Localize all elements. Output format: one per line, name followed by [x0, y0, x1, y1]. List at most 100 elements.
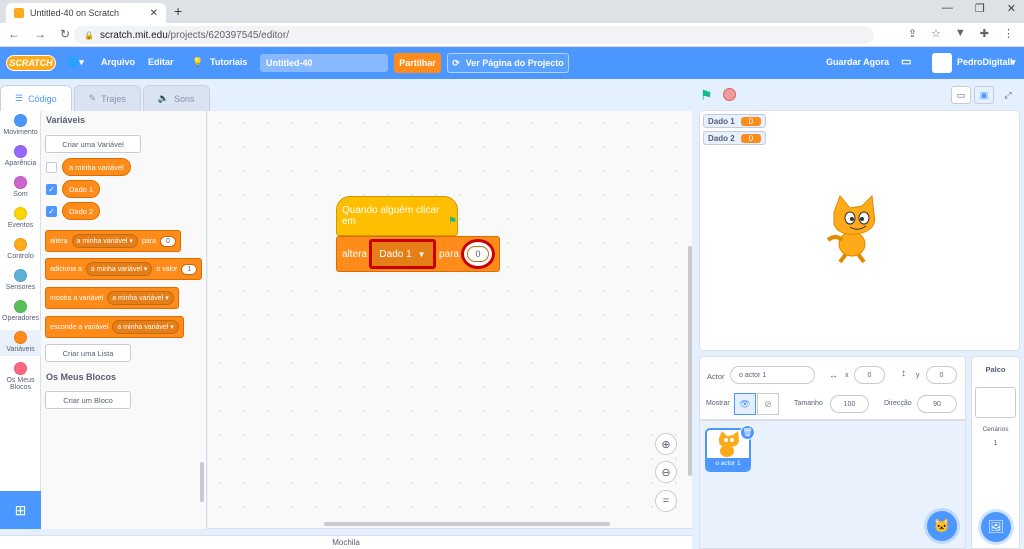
globe-icon[interactable]: 🌐▾: [68, 57, 84, 68]
save-now-button[interactable]: Guardar Agora: [826, 57, 889, 67]
when-flag-clicked-block[interactable]: Quando alguém clicar em ⚑: [336, 196, 458, 236]
category-label: Eventos: [7, 222, 34, 229]
category-operadores[interactable]: Operadores: [0, 299, 41, 325]
zoom-in-button[interactable]: ⊕: [655, 433, 677, 455]
variable-reporter[interactable]: a minha variável: [62, 158, 131, 176]
value-input[interactable]: 0: [159, 235, 176, 247]
forward-icon[interactable]: →: [34, 27, 46, 41]
small-stage-icon[interactable]: ▭: [951, 86, 971, 104]
show-variable-block[interactable]: mostra a variável a minha variável ▾: [45, 287, 179, 309]
choose-backdrop-icon[interactable]: 🖼: [981, 512, 1011, 542]
value-input[interactable]: 0: [467, 246, 489, 262]
hide-variable-block[interactable]: esconde a variável a minha variável ▾: [45, 316, 184, 338]
normal-stage-icon[interactable]: ▣: [974, 86, 994, 104]
sprite-name-input[interactable]: o actor 1: [730, 366, 815, 384]
browser-menu-icon[interactable]: ⋮: [1003, 27, 1014, 40]
tab-sounds[interactable]: 🔈 Sons: [142, 85, 210, 111]
variable-dropdown[interactable]: Dado 1 ▼: [369, 239, 436, 269]
choose-sprite-cat-icon[interactable]: 🐱: [927, 511, 957, 541]
make-list-button[interactable]: Criar uma Lista: [45, 344, 131, 362]
menu-file[interactable]: Arquivo: [101, 57, 135, 67]
green-flag-icon[interactable]: ⚑: [700, 87, 713, 104]
menu-tutorials[interactable]: Tutoriais: [210, 57, 247, 67]
fullscreen-icon[interactable]: ⤢: [998, 86, 1018, 104]
variable-checkbox[interactable]: [46, 162, 57, 173]
make-block-button[interactable]: Criar um Bloco: [45, 391, 131, 409]
category-som[interactable]: Som: [0, 175, 41, 201]
project-title-input[interactable]: Untitled-40: [260, 54, 388, 72]
variable-dropdown[interactable]: a minha variável ▾: [85, 262, 153, 276]
size-input[interactable]: 100: [830, 395, 869, 413]
variable-checkbox[interactable]: ✓: [46, 206, 57, 217]
reload-icon[interactable]: ↻: [60, 27, 70, 41]
direction-input[interactable]: 90: [917, 395, 957, 413]
show-sprite-eye-icon[interactable]: 👁: [734, 393, 756, 415]
set-variable-block[interactable]: altera a minha variável ▾ para 0: [45, 230, 181, 252]
variable-dropdown[interactable]: a minha variável ▾: [112, 320, 179, 334]
variable-checkbox[interactable]: ✓: [46, 184, 57, 195]
close-window-icon[interactable]: ✕: [1007, 2, 1016, 15]
new-tab-icon[interactable]: +: [174, 3, 182, 19]
category-label: Variáveis: [6, 346, 35, 353]
script-vscrollbar[interactable]: [688, 246, 692, 476]
tab-title: Untitled-40 on Scratch: [30, 8, 120, 18]
direction-label: Direcção: [884, 400, 912, 407]
make-variable-button[interactable]: Criar uma Variável: [45, 135, 141, 153]
palette-scrollbar[interactable]: [200, 462, 204, 502]
category-dot-icon: [14, 269, 27, 282]
folder-icon[interactable]: ▭: [901, 55, 911, 68]
script-hscrollbar[interactable]: [324, 522, 610, 526]
browser-tab[interactable]: Untitled-40 on Scratch ✕: [6, 3, 166, 23]
trash-icon[interactable]: 🗑: [740, 425, 755, 440]
bookmark-star-icon[interactable]: ☆: [931, 27, 941, 40]
see-project-page-button[interactable]: ⟳ Ver Página do Projecto: [447, 53, 569, 73]
y-label: y: [916, 372, 920, 379]
variable-reporter[interactable]: Dado 1: [62, 180, 101, 198]
category-eventos[interactable]: Eventos: [0, 206, 41, 232]
category-os-meus-blocos[interactable]: Os Meus Blocos: [0, 361, 41, 394]
variable-monitor[interactable]: Dado 1 0: [703, 114, 767, 128]
puzzle-icon[interactable]: ✚: [980, 27, 989, 40]
hide-sprite-eye-icon[interactable]: ⊘: [757, 393, 779, 415]
category-controlo[interactable]: Controlo: [0, 237, 41, 263]
value-input-highlight[interactable]: 0: [461, 239, 495, 269]
tab-costumes[interactable]: ✎ Trajes: [73, 85, 141, 111]
category-dot-icon: [14, 145, 27, 158]
menu-edit[interactable]: Editar: [148, 57, 174, 67]
value-input[interactable]: 1: [181, 263, 198, 275]
category-sensores[interactable]: Sensores: [0, 268, 41, 294]
backpack-bar[interactable]: Mochila: [0, 535, 692, 549]
zoom-reset-button[interactable]: =: [655, 490, 677, 512]
category-variáveis[interactable]: Variáveis: [0, 330, 41, 356]
variable-dropdown[interactable]: a minha variável ▾: [71, 234, 138, 248]
chevron-down-icon[interactable]: ▾: [1011, 57, 1016, 68]
variable-reporter[interactable]: Dado 2: [62, 202, 101, 220]
x-input[interactable]: 0: [854, 366, 885, 384]
y-input[interactable]: 0: [926, 366, 957, 384]
variable-dropdown[interactable]: a minha variável ▾: [107, 291, 174, 305]
variable-monitor[interactable]: Dado 2 0: [703, 131, 767, 145]
category-movimento[interactable]: Movimento: [0, 113, 41, 139]
zoom-out-button[interactable]: ⊖: [655, 461, 677, 483]
share-page-icon[interactable]: ⇪: [908, 27, 917, 40]
avatar[interactable]: [932, 53, 952, 73]
add-extension-button[interactable]: ⊞: [0, 491, 41, 529]
lock-icon: 🔒: [84, 30, 94, 40]
close-tab-icon[interactable]: ✕: [150, 8, 158, 19]
stage-thumbnail[interactable]: [975, 387, 1016, 418]
minimize-icon[interactable]: —: [942, 2, 953, 15]
extension-icon[interactable]: ▼: [955, 27, 966, 40]
change-variable-block[interactable]: adiciona a a minha variável ▾ o valor 1: [45, 258, 203, 280]
stop-icon[interactable]: [723, 88, 736, 101]
scratch-logo[interactable]: SCRATCH: [6, 55, 56, 71]
cat-sprite[interactable]: [822, 194, 894, 266]
username-menu[interactable]: PedroDigitalI: [957, 57, 1013, 67]
tab-code[interactable]: ☰ Código: [0, 85, 72, 111]
category-aparência[interactable]: Aparência: [0, 144, 41, 170]
restore-icon[interactable]: ❐: [975, 2, 985, 15]
category-dot-icon: [14, 176, 27, 189]
back-icon[interactable]: ←: [8, 27, 20, 41]
url-field[interactable]: 🔒 scratch.mit.edu /projects/620397545/ed…: [74, 26, 874, 44]
script-area[interactable]: [208, 111, 692, 529]
share-button[interactable]: Partilhar: [394, 53, 441, 73]
